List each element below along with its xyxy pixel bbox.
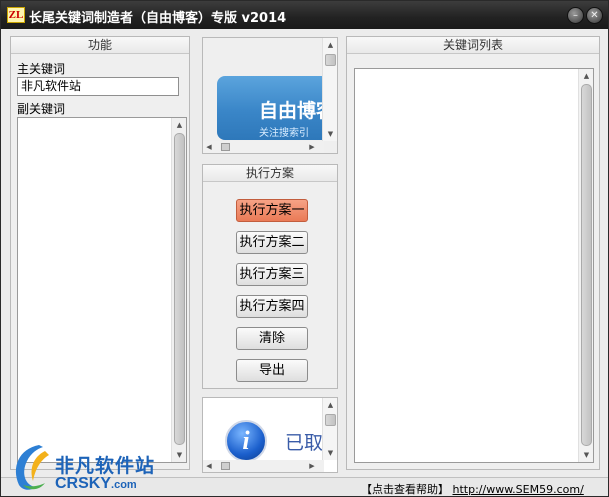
watermark-logo: 非凡软件站 CRSKY.com [3, 439, 163, 497]
keyword-list-textarea[interactable]: ▲ ▼ [354, 68, 594, 463]
scroll-thumb[interactable] [174, 133, 185, 445]
clear-button[interactable]: 清除 [236, 327, 308, 350]
scroll-up-icon[interactable]: ▲ [323, 398, 337, 412]
ad-box-bottom: i 已取 ▲ ▼ ◀ ▶ [202, 397, 338, 473]
app-logo-icon: ZL [7, 7, 25, 23]
scroll-thumb[interactable] [221, 143, 230, 151]
watermark-en-text: CRSKY.com [55, 475, 137, 493]
scroll-right-icon[interactable]: ▶ [306, 460, 318, 472]
scroll-down-icon[interactable]: ▼ [323, 446, 337, 460]
main-keyword-input[interactable]: 非凡软件站 [17, 77, 179, 96]
help-link[interactable]: 【点击查看帮助】 http://www.SEM59.com/ [361, 481, 584, 497]
plan-panel-heading: 执行方案 [203, 165, 337, 182]
watermark-swoosh-icon [15, 445, 49, 490]
sub-keyword-label: 副关键词 [17, 102, 66, 116]
scroll-thumb[interactable] [581, 84, 592, 446]
ad-bottom-text: 已取 [285, 432, 324, 454]
scroll-up-icon[interactable]: ▲ [172, 118, 187, 132]
ad-banner[interactable]: 自由博客 关注搜索引 [217, 76, 337, 140]
function-panel-heading: 功能 [11, 37, 189, 54]
keyword-list-heading: 关键词列表 [347, 37, 599, 54]
function-panel: 功能 主关键词 非凡软件站 副关键词 ▲ ▼ [10, 36, 190, 470]
minimize-button[interactable]: – [567, 7, 584, 24]
watermark-suffix: .com [111, 479, 137, 491]
keyword-list-scrollbar[interactable]: ▲ ▼ [578, 69, 593, 462]
scroll-left-icon[interactable]: ◀ [203, 460, 215, 472]
scroll-thumb[interactable] [325, 414, 336, 426]
scroll-down-icon[interactable]: ▼ [172, 448, 187, 462]
ad-tagline: 关注搜索引 [259, 128, 309, 139]
scroll-thumb[interactable] [325, 54, 336, 66]
scroll-right-icon[interactable]: ▶ [306, 141, 318, 153]
plan-three-button[interactable]: 执行方案三 [236, 263, 308, 286]
scroll-down-icon[interactable]: ▼ [323, 127, 337, 141]
window-title: 长尾关键词制造者（自由博客）专版 v2014 [29, 11, 287, 26]
app-window: ZL 长尾关键词制造者（自由博客）专版 v2014 – ✕ 功能 主关键词 非凡… [0, 0, 609, 497]
scroll-left-icon[interactable]: ◀ [203, 141, 215, 153]
scroll-up-icon[interactable]: ▲ [323, 38, 337, 52]
ad-top-hscroll[interactable]: ◀ ▶ [203, 141, 324, 153]
ad-box-top: 自由博客 关注搜索引 ▲ ▼ ◀ ▶ [202, 37, 338, 154]
help-text[interactable]: 【点击查看帮助】 [361, 483, 449, 496]
ad-bottom-hscroll[interactable]: ◀ ▶ [203, 460, 324, 472]
scroll-up-icon[interactable]: ▲ [579, 69, 594, 83]
plan-four-button[interactable]: 执行方案四 [236, 295, 308, 318]
title-bar[interactable]: ZL 长尾关键词制造者（自由博客）专版 v2014 – ✕ [1, 1, 608, 29]
export-button[interactable]: 导出 [236, 359, 308, 382]
ad-bottom-vscroll[interactable]: ▲ ▼ [322, 398, 337, 460]
plan-one-button[interactable]: 执行方案一 [236, 199, 308, 222]
ad-bottom-content[interactable]: i 已取 [203, 398, 324, 462]
plan-two-button[interactable]: 执行方案二 [236, 231, 308, 254]
plan-panel: 执行方案 执行方案一 执行方案二 执行方案三 执行方案四 清除 导出 [202, 164, 338, 389]
close-button[interactable]: ✕ [586, 7, 603, 24]
scroll-thumb[interactable] [221, 462, 230, 470]
website-link[interactable]: http://www.SEM59.com/ [453, 483, 584, 496]
ad-top-vscroll[interactable]: ▲ ▼ [322, 38, 337, 141]
watermark-cn-text: 非凡软件站 [55, 455, 156, 477]
scroll-down-icon[interactable]: ▼ [579, 448, 594, 462]
info-icon: i [225, 420, 267, 462]
sub-keyword-textarea[interactable]: ▲ ▼ [17, 117, 187, 463]
main-keyword-label: 主关键词 [17, 62, 66, 76]
watermark-brand: CRSKY [55, 475, 112, 492]
keyword-list-panel: 关键词列表 ▲ ▼ [346, 36, 600, 470]
sub-keyword-scrollbar[interactable]: ▲ ▼ [171, 118, 186, 462]
